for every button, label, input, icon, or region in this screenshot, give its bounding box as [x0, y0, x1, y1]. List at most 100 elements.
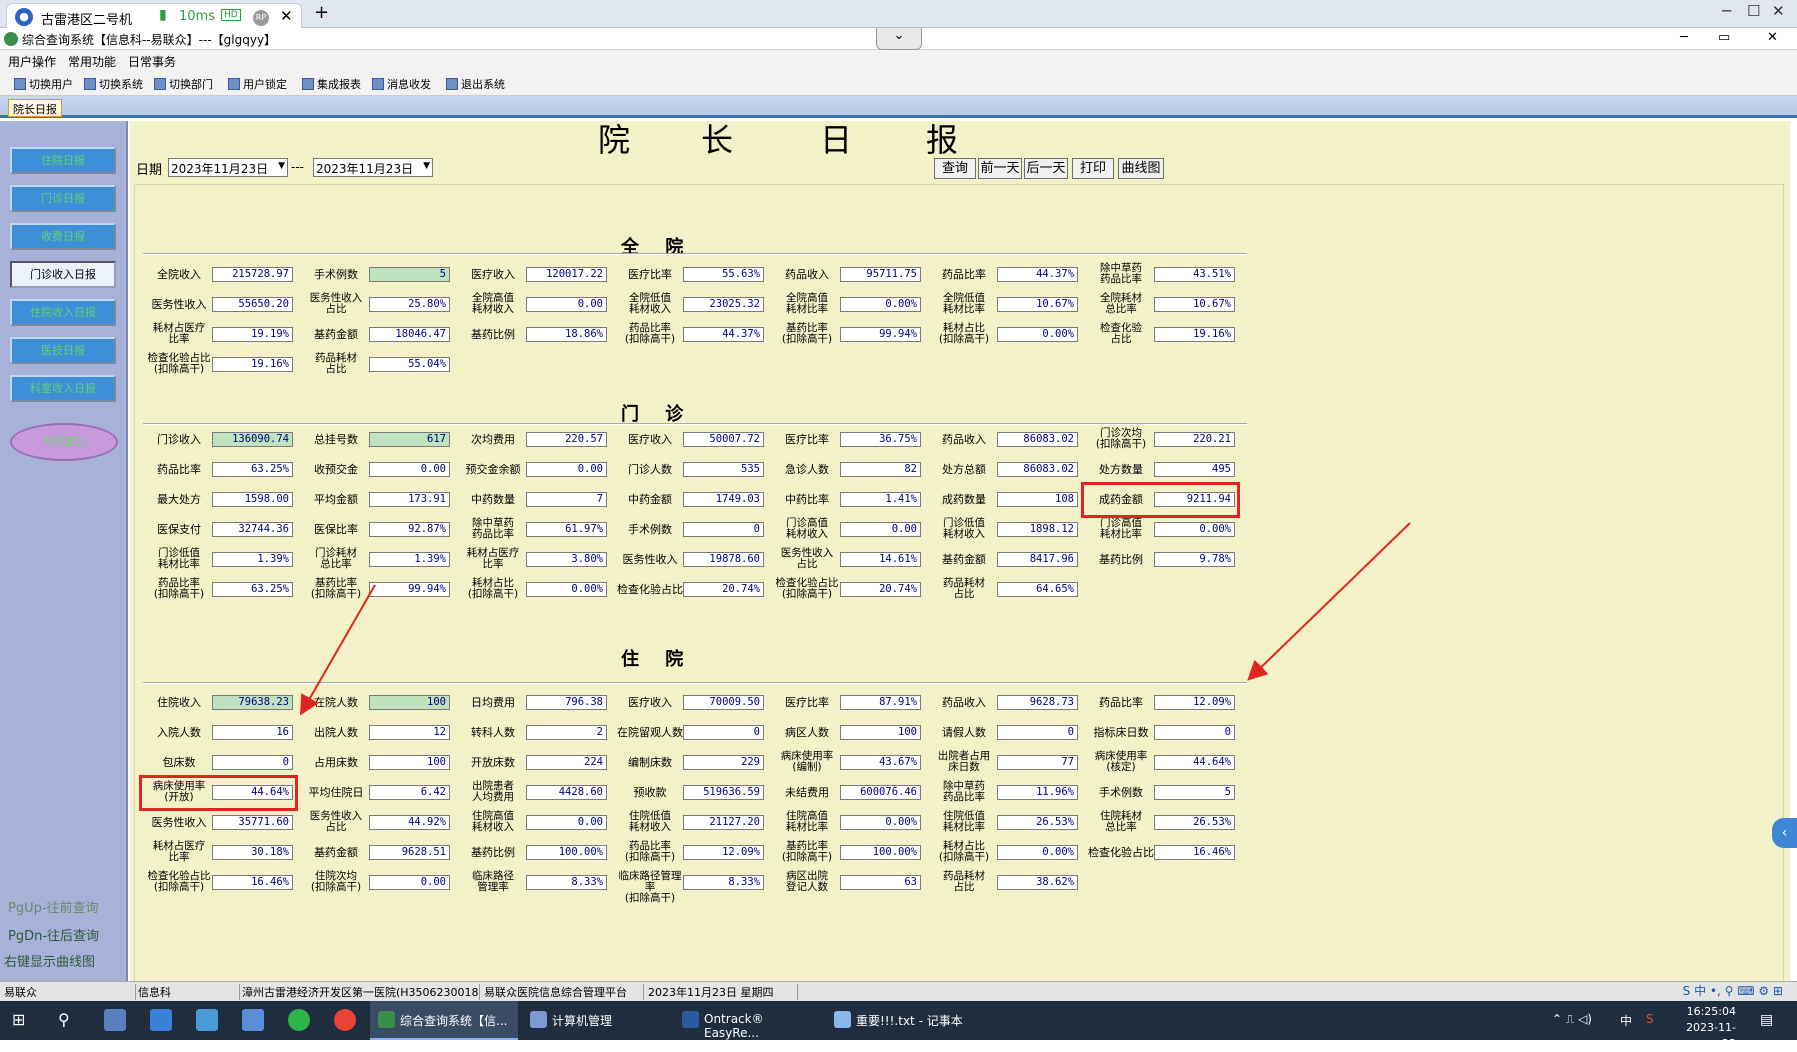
field-value[interactable]: 8417.96 [997, 552, 1078, 567]
date-to-select[interactable]: 2023年11月23日 ▼ [313, 158, 433, 177]
menu-daily[interactable]: 日常事务 [128, 53, 176, 70]
switch-user-button[interactable]: 切换用户 [14, 76, 73, 92]
field-value[interactable]: 43.51% [1154, 267, 1235, 282]
field-value[interactable]: 10.67% [1154, 297, 1235, 312]
field-value[interactable]: 32744.36 [212, 522, 293, 537]
app-minimize-icon[interactable]: ─ [1680, 30, 1688, 45]
field-value[interactable]: 1598.00 [212, 492, 293, 507]
close-icon[interactable]: ✕ [1772, 2, 1785, 20]
user-lock-button[interactable]: 用户锁定 [228, 76, 287, 92]
taskbar-app-ontrack[interactable]: Ontrack® EasyRe... [674, 1001, 822, 1040]
field-value[interactable]: 16.46% [212, 875, 293, 890]
field-value[interactable]: 229 [683, 755, 764, 770]
field-value[interactable]: 7 [526, 492, 607, 507]
field-value[interactable]: 86083.02 [997, 462, 1078, 477]
field-value[interactable]: 26.53% [1154, 815, 1235, 830]
menu-user-ops[interactable]: 用户操作 [8, 53, 56, 70]
field-value[interactable]: 12.09% [1154, 695, 1235, 710]
field-value[interactable]: 1898.12 [997, 522, 1078, 537]
field-value[interactable]: 100.00% [526, 845, 607, 860]
database-icon[interactable] [150, 1009, 172, 1031]
field-value[interactable]: 77 [997, 755, 1078, 770]
chart-button[interactable]: 曲线图 [1118, 158, 1164, 179]
monitor-icon[interactable] [104, 1009, 126, 1031]
sidebar-item-medtech-daily[interactable]: 医技日报 [10, 337, 116, 364]
app-restore-icon[interactable]: ▭ [1718, 30, 1730, 45]
report-button[interactable]: 集成报表 [302, 76, 361, 92]
field-value[interactable]: 18046.47 [369, 327, 450, 342]
field-value[interactable]: 100 [840, 725, 921, 740]
field-value[interactable]: 617 [369, 432, 450, 447]
field-value[interactable]: 0.00% [840, 297, 921, 312]
field-value[interactable]: 79638.23 [212, 695, 293, 710]
field-value[interactable]: 11.96% [997, 785, 1078, 800]
field-value[interactable]: 25.80% [369, 297, 450, 312]
tray-ime[interactable]: 中 [1620, 1012, 1632, 1029]
field-value[interactable]: 99.94% [369, 582, 450, 597]
field-value[interactable]: 87.91% [840, 695, 921, 710]
sogou-icon[interactable]: S [1646, 1012, 1654, 1026]
field-value[interactable]: 9628.73 [997, 695, 1078, 710]
field-value[interactable]: 0.00% [997, 327, 1078, 342]
field-value[interactable]: 1.41% [840, 492, 921, 507]
taskbar-app-computer-mgmt[interactable]: 计算机管理 [522, 1001, 670, 1040]
field-value[interactable]: 0 [683, 522, 764, 537]
field-value[interactable]: 16 [212, 725, 293, 740]
field-value[interactable]: 63.25% [212, 582, 293, 597]
field-value[interactable]: 100.00% [840, 845, 921, 860]
field-value[interactable]: 5 [369, 267, 450, 282]
field-value[interactable]: 92.87% [369, 522, 450, 537]
field-value[interactable]: 535 [683, 462, 764, 477]
field-value[interactable]: 108 [997, 492, 1078, 507]
field-value[interactable]: 6.42 [369, 785, 450, 800]
field-value[interactable]: 8.33% [526, 875, 607, 890]
field-value[interactable]: 19.16% [212, 357, 293, 372]
field-value[interactable]: 0.00% [997, 845, 1078, 860]
field-value[interactable]: 215728.97 [212, 267, 293, 282]
field-value[interactable]: 4428.60 [526, 785, 607, 800]
field-value[interactable]: 55650.20 [212, 297, 293, 312]
field-value[interactable]: 95711.75 [840, 267, 921, 282]
field-value[interactable]: 796.38 [526, 695, 607, 710]
field-value[interactable]: 19.16% [1154, 327, 1235, 342]
field-value[interactable]: 120017.22 [526, 267, 607, 282]
field-value[interactable]: 50007.72 [683, 432, 764, 447]
prev-day-button[interactable]: 前一天 [978, 158, 1022, 179]
field-value[interactable]: 63.25% [212, 462, 293, 477]
field-value[interactable]: 18.86% [526, 327, 607, 342]
taskbar-app-query[interactable]: 综合查询系统【信... [370, 1001, 518, 1040]
field-value[interactable]: 12.09% [683, 845, 764, 860]
field-value[interactable]: 99.94% [840, 327, 921, 342]
field-value[interactable]: 0 [1154, 725, 1235, 740]
sidebar-item-outpatient-daily[interactable]: 门诊日报 [10, 185, 116, 212]
window-icon[interactable] [196, 1009, 218, 1031]
field-value[interactable]: 55.04% [369, 357, 450, 372]
field-value[interactable]: 44.37% [683, 327, 764, 342]
field-value[interactable]: 220.57 [526, 432, 607, 447]
field-value[interactable]: 14.61% [840, 552, 921, 567]
message-button[interactable]: 消息收发 [372, 76, 431, 92]
field-value[interactable]: 20.74% [840, 582, 921, 597]
app-close-icon[interactable]: ✕ [1767, 30, 1778, 45]
field-value[interactable]: 100 [369, 695, 450, 710]
field-value[interactable]: 0.00% [1154, 522, 1235, 537]
sidebar-item-outpatient-income[interactable]: 门诊收入日报 [10, 261, 116, 288]
sidebar-item-inpatient-daily[interactable]: 住院日报 [10, 147, 116, 174]
field-value[interactable]: 61.97% [526, 522, 607, 537]
remote-dropdown-button[interactable]: ⌄ [876, 28, 922, 50]
side-expand-icon[interactable]: ‹ [1772, 818, 1797, 848]
field-value[interactable]: 3.80% [526, 552, 607, 567]
minimize-icon[interactable]: ─ [1722, 2, 1731, 20]
field-value[interactable]: 19878.60 [683, 552, 764, 567]
chrome-icon[interactable] [334, 1009, 356, 1031]
notification-icon[interactable]: ▤ [1760, 1012, 1773, 1028]
field-value[interactable]: 100 [369, 755, 450, 770]
field-value[interactable]: 63 [840, 875, 921, 890]
field-value[interactable]: 1.39% [369, 552, 450, 567]
sidebar-item-inpatient-income[interactable]: 住院收入日报 [10, 299, 116, 326]
field-value[interactable]: 0.00 [526, 297, 607, 312]
field-value[interactable]: 16.46% [1154, 845, 1235, 860]
field-value[interactable]: 0.00 [840, 522, 921, 537]
tab-dean-report[interactable]: 院长日报 [8, 99, 62, 117]
field-value[interactable]: 38.62% [997, 875, 1078, 890]
